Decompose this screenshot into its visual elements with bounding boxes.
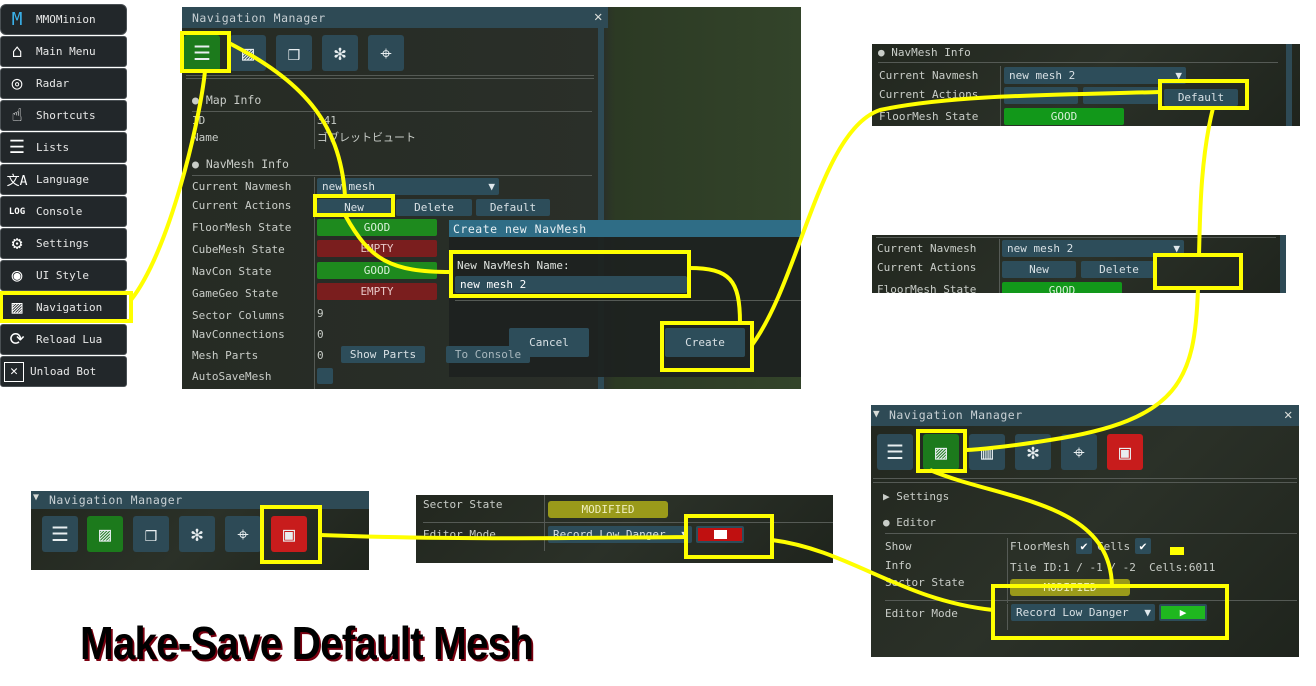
connector-line	[771, 538, 994, 612]
highlight-stop-button	[684, 514, 774, 559]
caption-title: Make-Save Default Mesh	[80, 617, 534, 669]
highlight-new-button	[313, 194, 395, 217]
connector-line	[688, 266, 742, 324]
connector-line	[129, 70, 207, 302]
connector-line	[1197, 107, 1215, 256]
to-console-button[interactable]: To Console	[446, 346, 530, 363]
highlight-editor-tab	[916, 429, 967, 473]
connector-line	[228, 41, 347, 197]
highlight-editor-mode	[991, 584, 1229, 640]
highlight-default-button	[1158, 79, 1249, 110]
highlight-default-button-gone	[1153, 253, 1243, 290]
highlight-name-input	[449, 250, 691, 298]
connector-line	[343, 214, 452, 274]
highlight-create-button	[660, 321, 754, 372]
connector-line	[750, 90, 1161, 347]
highlight-navigation-item	[0, 291, 133, 323]
annotation-overlay	[0, 31, 1249, 640]
highlight-save-button	[260, 505, 322, 564]
connector-line	[964, 287, 1200, 452]
connector-line	[319, 533, 687, 541]
connector-line	[929, 468, 1114, 587]
highlight-marker	[1170, 547, 1184, 555]
highlight-navmesh-info-tab	[180, 31, 231, 73]
